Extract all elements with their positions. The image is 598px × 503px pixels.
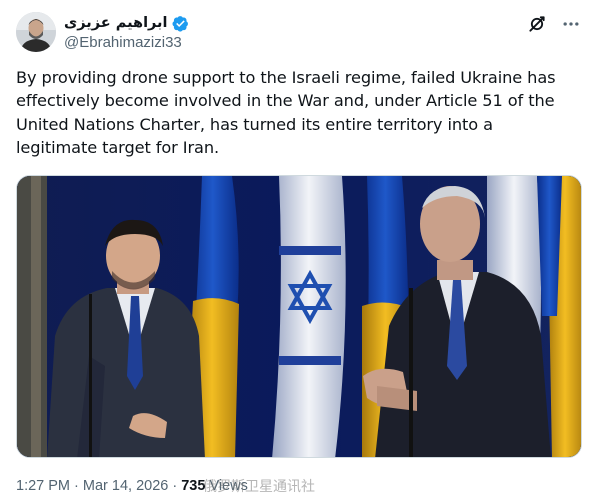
photo-scene xyxy=(17,176,581,457)
author-display-name[interactable]: ابراهیم عزیزی xyxy=(64,15,167,31)
meta-separator-2: · xyxy=(168,478,182,494)
tweet-text: By providing drone support to the Israel… xyxy=(16,68,556,158)
tweet-time[interactable]: 1:27 PM xyxy=(16,478,70,494)
more-options-icon[interactable] xyxy=(560,13,582,35)
author-names: ابراهیم عزیزی @Ebrahimazizi33 xyxy=(64,13,189,51)
views-count[interactable]: 735 xyxy=(181,478,205,494)
views-label: Views xyxy=(205,478,248,494)
verified-badge-icon xyxy=(172,15,189,32)
tweet-meta: 1:27 PM · Mar 14, 2026 · 735 Views xyxy=(16,478,248,494)
grok-icon[interactable] xyxy=(526,13,548,35)
tweet-media-photo[interactable] xyxy=(16,175,582,458)
meta-separator: · xyxy=(70,478,83,494)
author-handle[interactable]: @Ebrahimazizi33 xyxy=(64,34,189,51)
tweet-top-actions xyxy=(526,13,582,35)
tweet-date[interactable]: Mar 14, 2026 xyxy=(83,478,168,494)
person-avatar-icon xyxy=(16,12,56,52)
author-avatar[interactable] xyxy=(16,12,56,52)
tweet-header: ابراهیم عزیزی @Ebrahimazizi33 xyxy=(16,11,582,53)
